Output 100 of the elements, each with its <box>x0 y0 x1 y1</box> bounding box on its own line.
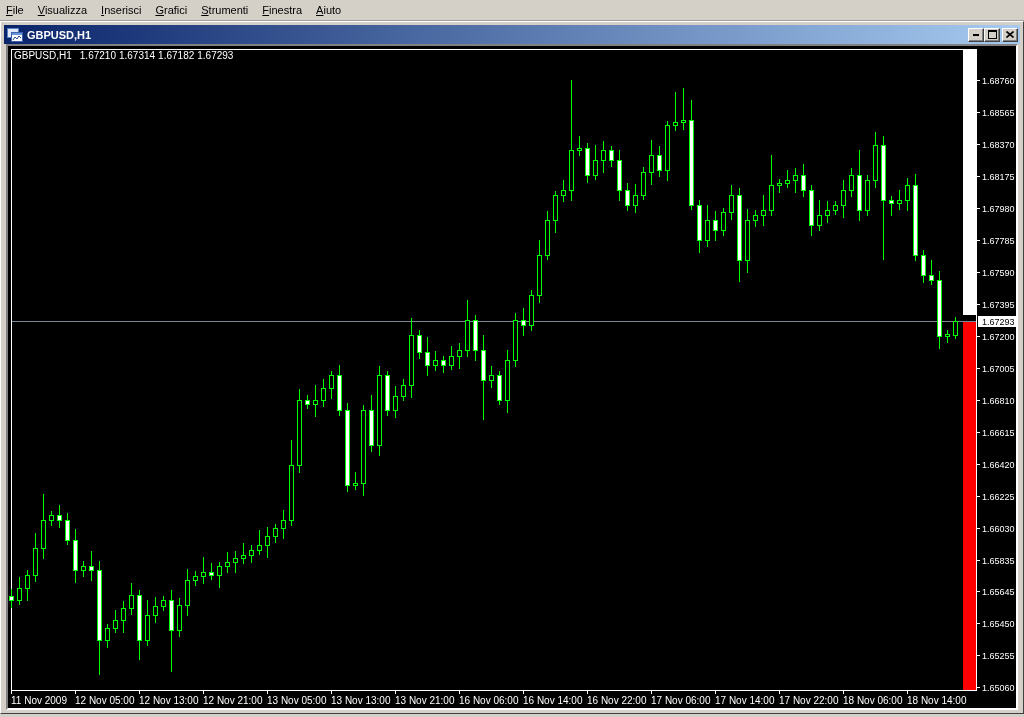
candlestick <box>681 87 686 131</box>
candlestick <box>313 384 318 418</box>
candlestick <box>385 370 390 417</box>
candlestick <box>417 329 422 360</box>
candlestick <box>697 199 702 254</box>
candlestick <box>889 195 894 217</box>
candlestick <box>841 179 846 219</box>
candlestick <box>49 510 54 527</box>
chart-symbol-label: GBPUSD,H1 <box>14 50 72 62</box>
close-button[interactable] <box>1002 27 1018 42</box>
candlestick <box>521 307 526 337</box>
time-label: 12 Nov 13:00 <box>139 695 199 706</box>
time-label: 13 Nov 21:00 <box>395 695 455 706</box>
price-label: 1.67785 <box>982 235 1015 246</box>
candlestick <box>713 210 718 242</box>
menu-item[interactable]: Inserisci <box>100 3 143 17</box>
candlestick <box>929 259 934 286</box>
candlestick <box>761 194 766 227</box>
candlestick <box>489 365 494 389</box>
candlestick <box>145 599 150 647</box>
menu-item[interactable]: Aiuto <box>315 3 343 17</box>
time-label: 16 Nov 06:00 <box>459 695 519 706</box>
candlestick <box>41 493 46 560</box>
candlestick <box>401 378 406 402</box>
candlestick <box>369 394 374 453</box>
candlestick <box>865 174 870 217</box>
ohlc-value: 1.67182 <box>158 50 195 62</box>
candlestick <box>753 209 758 228</box>
candlestick <box>65 512 70 546</box>
menu-item[interactable]: Grafici <box>154 3 189 17</box>
candlestick <box>233 550 238 574</box>
candlestick <box>105 623 110 649</box>
candlestick <box>769 154 774 217</box>
candlestick <box>33 532 38 583</box>
candlestick <box>217 561 222 589</box>
candlestick <box>209 562 214 581</box>
candlestick <box>545 210 550 261</box>
price-label: 1.68370 <box>982 139 1015 150</box>
price-label: 1.67395 <box>982 299 1015 310</box>
candlestick <box>905 177 910 212</box>
candlestick <box>129 582 134 616</box>
candlestick <box>601 140 606 174</box>
time-label: 17 Nov 14:00 <box>715 695 775 706</box>
candlestick <box>89 550 94 582</box>
price-label: 1.67005 <box>982 363 1015 374</box>
price-label: 1.65835 <box>982 555 1015 566</box>
candlestick <box>673 91 678 132</box>
time-label: 18 Nov 14:00 <box>907 695 967 706</box>
candlestick <box>833 200 838 216</box>
ohlc-value: 1.67314 <box>118 50 156 62</box>
maximize-button[interactable] <box>984 27 1000 42</box>
candlestick <box>641 166 646 201</box>
candlestick <box>561 179 566 203</box>
time-label: 18 Nov 06:00 <box>843 695 903 706</box>
time-label: 17 Nov 22:00 <box>779 695 839 706</box>
menu-item[interactable]: Strumenti <box>200 3 250 17</box>
menu-item[interactable]: Visualizza <box>36 3 89 17</box>
candlestick <box>505 349 510 414</box>
candlestick <box>633 183 638 214</box>
candlestick <box>921 249 926 284</box>
candlestick <box>513 312 518 368</box>
candlestick <box>897 189 902 211</box>
candlestick <box>249 544 254 564</box>
candlestick <box>73 528 78 584</box>
candlestick <box>153 596 158 624</box>
candlestick <box>473 314 478 362</box>
candlestick <box>201 556 206 585</box>
candlestick <box>665 120 670 182</box>
ref-line-label: 1.67293 <box>982 317 1015 327</box>
candlestick <box>705 204 710 248</box>
candlestick <box>553 190 558 234</box>
candlestick <box>609 145 614 168</box>
price-label: 1.68760 <box>982 75 1015 86</box>
price-label: 1.68565 <box>982 107 1015 118</box>
menu-item[interactable]: File <box>5 3 25 17</box>
time-label: 17 Nov 06:00 <box>651 695 711 706</box>
price-label: 1.67200 <box>982 331 1015 342</box>
time-label: 11 Nov 2009 <box>11 695 67 706</box>
price-label: 1.66225 <box>982 491 1015 502</box>
candlestick <box>617 149 622 202</box>
candlestick <box>177 597 182 638</box>
candlestick <box>353 471 358 491</box>
candlestick <box>537 239 542 304</box>
candlestick <box>777 178 782 194</box>
price-label: 1.66030 <box>982 523 1015 534</box>
menu-item[interactable]: Finestra <box>261 3 304 17</box>
candlestick <box>793 167 798 194</box>
candlestick <box>721 207 726 237</box>
minimize-button[interactable] <box>968 27 984 42</box>
candlestick <box>745 208 750 274</box>
candlestick <box>57 504 62 529</box>
price-label: 1.65450 <box>982 618 1015 629</box>
candlestick <box>817 199 822 232</box>
price-label: 1.66420 <box>982 459 1015 470</box>
candlestick <box>193 570 198 587</box>
time-label: 12 Nov 21:00 <box>203 695 263 706</box>
candlestick <box>337 364 342 417</box>
candlestick <box>265 526 270 559</box>
candlestick <box>465 299 470 358</box>
current-price-tag: 1.67293 <box>978 316 1016 327</box>
